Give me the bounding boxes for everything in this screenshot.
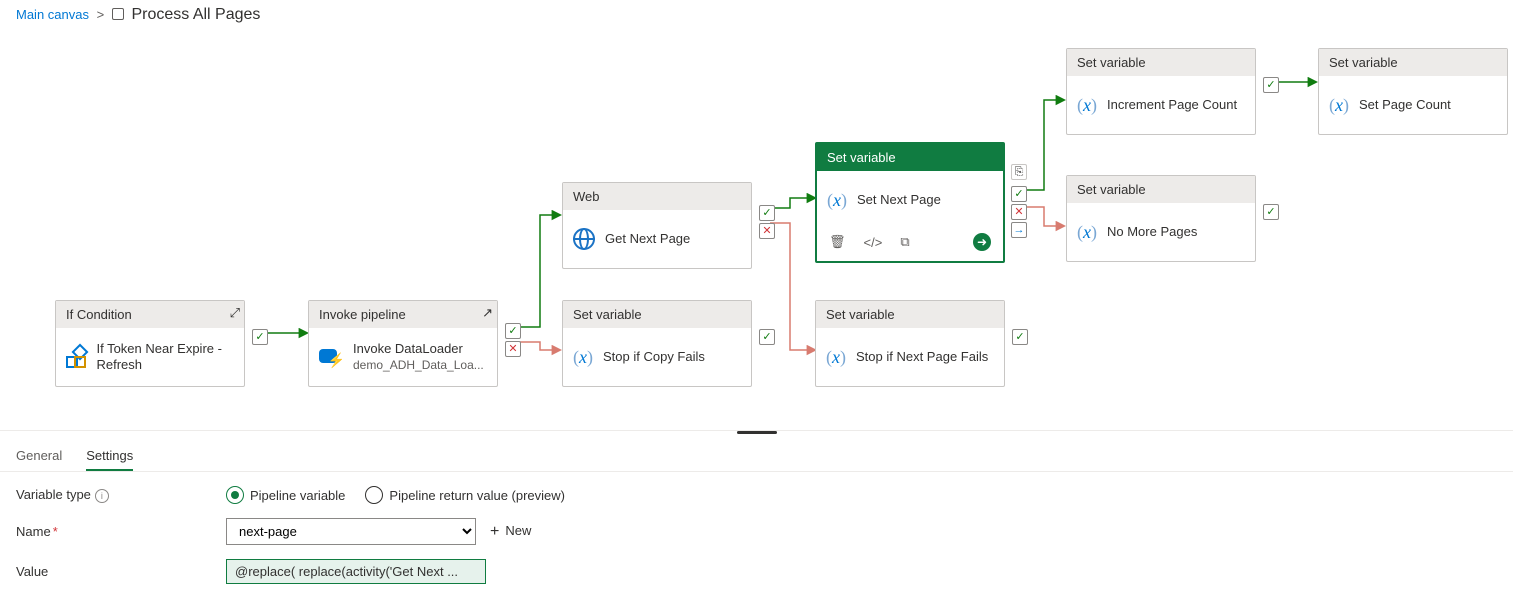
node-stop-if-copy-fails[interactable]: Set variable xStop if Copy Fails ✓ (562, 300, 752, 387)
expand-icon[interactable]: ⤢ (230, 305, 240, 321)
name-label: Name* (16, 524, 226, 539)
breadcrumb-root[interactable]: Main canvas (16, 7, 89, 22)
breadcrumb: Main canvas > Process All Pages (0, 0, 1513, 30)
port-success[interactable]: ✓ (759, 205, 775, 221)
delete-icon[interactable]: 🗑 (829, 234, 846, 250)
variable-icon: x (573, 347, 593, 368)
port-completion[interactable]: → (1011, 222, 1027, 238)
port-failure[interactable]: ✕ (1011, 204, 1027, 220)
variable-icon: x (826, 347, 846, 368)
node-title: Stop if Copy Fails (603, 349, 705, 365)
node-type: Invoke pipeline (319, 307, 406, 322)
web-icon (573, 228, 595, 250)
node-stop-if-next-page-fails[interactable]: Set variable xStop if Next Page Fails ✓ (815, 300, 1005, 387)
node-increment-page-count[interactable]: Set variable xIncrement Page Count ✓ (1066, 48, 1256, 135)
node-type: If Condition (66, 307, 132, 322)
breadcrumb-sep: > (93, 7, 109, 22)
new-variable-button[interactable]: +New (490, 523, 531, 541)
node-type: Set variable (1329, 55, 1398, 70)
variable-icon: x (1329, 95, 1349, 116)
node-title: Stop if Next Page Fails (856, 349, 988, 365)
node-title: Invoke DataLoaderdemo_ADH_Data_Loa... (353, 341, 484, 374)
port-add[interactable]: ⎘ (1011, 164, 1027, 180)
port-success[interactable]: ✓ (505, 323, 521, 339)
if-condition-icon (66, 346, 86, 368)
pipeline-canvas[interactable]: If Condition ⤢ If Token Near Expire - Ref… (0, 30, 1513, 430)
node-type: Set variable (1077, 182, 1146, 197)
tab-general[interactable]: General (16, 442, 62, 471)
code-icon[interactable]: </> (864, 235, 883, 250)
port-success[interactable]: ✓ (1263, 77, 1279, 93)
info-icon[interactable]: i (95, 489, 109, 503)
port-failure[interactable]: ✕ (759, 223, 775, 239)
port-success[interactable]: ✓ (1263, 204, 1279, 220)
node-title: Set Page Count (1359, 97, 1451, 113)
radio-pipeline-variable[interactable]: Pipeline variable (226, 486, 345, 504)
port-success[interactable]: ✓ (1012, 329, 1028, 345)
name-select[interactable]: next-page (226, 518, 476, 545)
node-type: Web (573, 189, 600, 204)
variable-icon: x (1077, 95, 1097, 116)
node-title: Get Next Page (605, 231, 690, 247)
node-if-condition[interactable]: If Condition ⤢ If Token Near Expire - Ref… (55, 300, 245, 387)
port-success[interactable]: ✓ (252, 329, 268, 345)
node-title: Increment Page Count (1107, 97, 1237, 113)
node-title: Set Next Page (857, 192, 941, 208)
variable-icon: x (827, 190, 847, 211)
node-type: Set variable (1077, 55, 1146, 70)
node-type: Set variable (827, 150, 896, 165)
node-title: No More Pages (1107, 224, 1197, 240)
port-success[interactable]: ✓ (759, 329, 775, 345)
invoke-pipeline-icon: ⚡ (319, 347, 343, 367)
node-type: Set variable (573, 307, 642, 322)
node-web[interactable]: Web Get Next Page ✓ ✕ (562, 182, 752, 269)
panel-tabs: General Settings (0, 434, 1513, 472)
breadcrumb-current: Process All Pages (131, 6, 260, 23)
node-invoke-pipeline[interactable]: Invoke pipeline ↗ ⚡ Invoke DataLoaderdemo_… (308, 300, 498, 387)
node-set-page-count[interactable]: Set variable x Set Page Count (1318, 48, 1508, 135)
foreach-icon (112, 8, 124, 20)
port-failure[interactable]: ✕ (505, 341, 521, 357)
node-no-more-pages[interactable]: Set variable xNo More Pages ✓ (1066, 175, 1256, 262)
properties-panel: General Settings Variable typei Pipeline… (0, 430, 1513, 612)
node-set-next-page[interactable]: Set variable xSet Next Page 🗑 </> ⧉ ➜ ⎘ … (815, 142, 1005, 263)
copy-icon[interactable]: ⧉ (900, 234, 909, 250)
node-type: Set variable (826, 307, 895, 322)
run-icon[interactable]: ➜ (973, 233, 991, 251)
port-success[interactable]: ✓ (1011, 186, 1027, 202)
variable-icon: x (1077, 222, 1097, 243)
radio-pipeline-return-value[interactable]: Pipeline return value (preview) (365, 486, 565, 504)
variable-type-label: Variable typei (16, 487, 226, 503)
tab-settings[interactable]: Settings (86, 442, 133, 471)
open-icon[interactable]: ↗ (482, 305, 493, 321)
node-title: If Token Near Expire - Refresh (96, 341, 234, 374)
